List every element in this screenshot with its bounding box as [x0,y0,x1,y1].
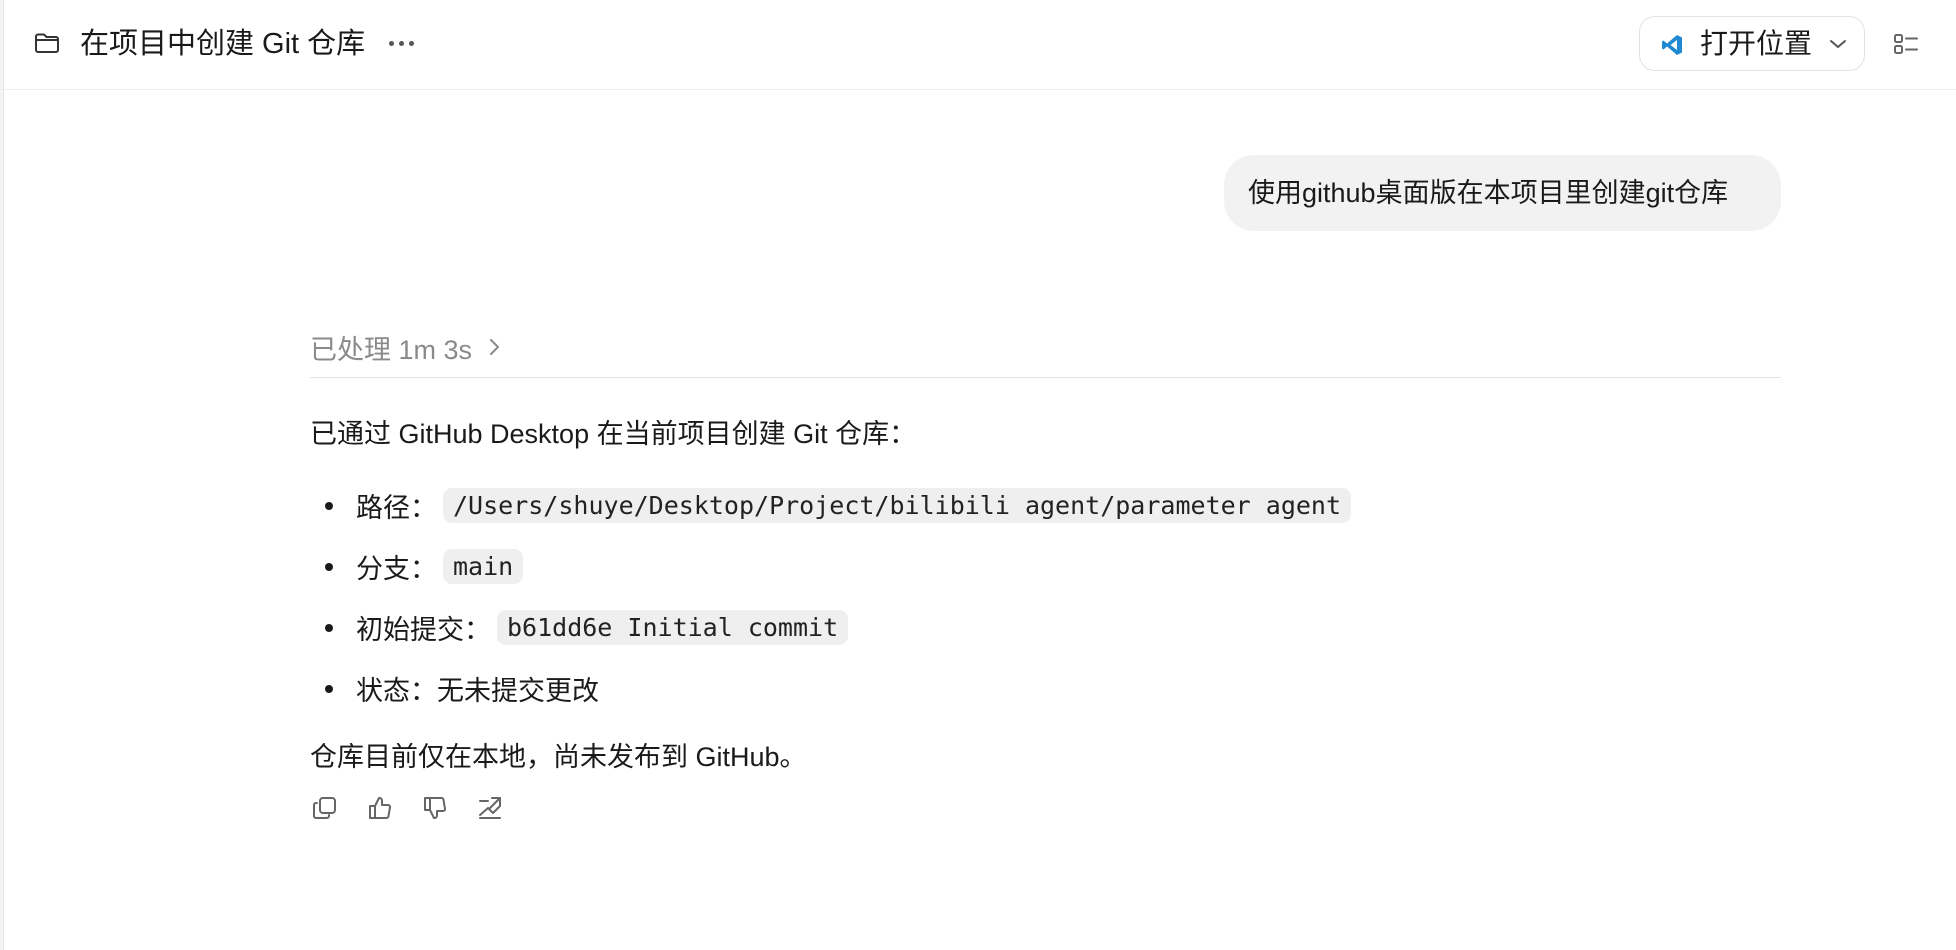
window-left-edge [0,0,4,950]
page-title: 在项目中创建 Git 仓库 [80,28,366,60]
message-actions [312,795,503,821]
bullet [325,502,333,510]
processed-toggle[interactable]: 已处理 1m 3s [310,327,502,367]
assistant-footer-text: 仓库目前仅在本地，尚未发布到 GitHub。 [310,742,807,772]
list-item: 分支： main [310,536,1351,597]
bullet [325,563,333,571]
bullet [325,685,333,693]
folder-icon[interactable] [34,32,60,54]
vscode-icon [1660,33,1684,57]
processed-label: 已处理 1m 3s [310,334,473,365]
open-location-label: 打开位置 [1700,28,1813,59]
share-icon[interactable] [477,795,503,821]
thumbs-up-icon[interactable] [367,795,393,821]
divider [310,377,1781,378]
item-label: 初始提交： [356,615,491,645]
chevron-right-icon [488,336,502,358]
inline-code: main [443,549,524,584]
inline-code: /Users/shuye/Desktop/Project/bilibili ag… [443,488,1352,523]
item-label: 路径： [356,493,437,523]
item-text: 无未提交更改 [437,676,599,706]
open-location-button[interactable]: 打开位置 [1639,16,1865,71]
header-bar: 在项目中创建 Git 仓库 打开位置 [0,0,1956,90]
chevron-down-icon[interactable] [1828,37,1848,51]
more-options-icon[interactable] [386,28,416,58]
user-message-bubble: 使用github桌面版在本项目里创建git仓库 [1224,155,1781,231]
result-list: 路径： /Users/shuye/Desktop/Project/bilibil… [310,475,1352,719]
item-label: 状态： [356,676,437,706]
list-item: 状态： 无未提交更改 [310,658,1351,719]
copy-icon[interactable] [312,795,338,821]
inline-code: b61dd6e Initial commit [497,610,849,645]
item-label: 分支： [356,554,437,584]
thumbs-down-icon[interactable] [422,795,448,821]
list-panel-icon[interactable] [1893,31,1919,57]
assistant-summary: 已通过 GitHub Desktop 在当前项目创建 Git 仓库： [310,419,917,449]
list-item: 初始提交： b61dd6e Initial commit [310,597,1351,658]
list-item: 路径： /Users/shuye/Desktop/Project/bilibil… [310,475,1352,536]
bullet [325,624,333,632]
